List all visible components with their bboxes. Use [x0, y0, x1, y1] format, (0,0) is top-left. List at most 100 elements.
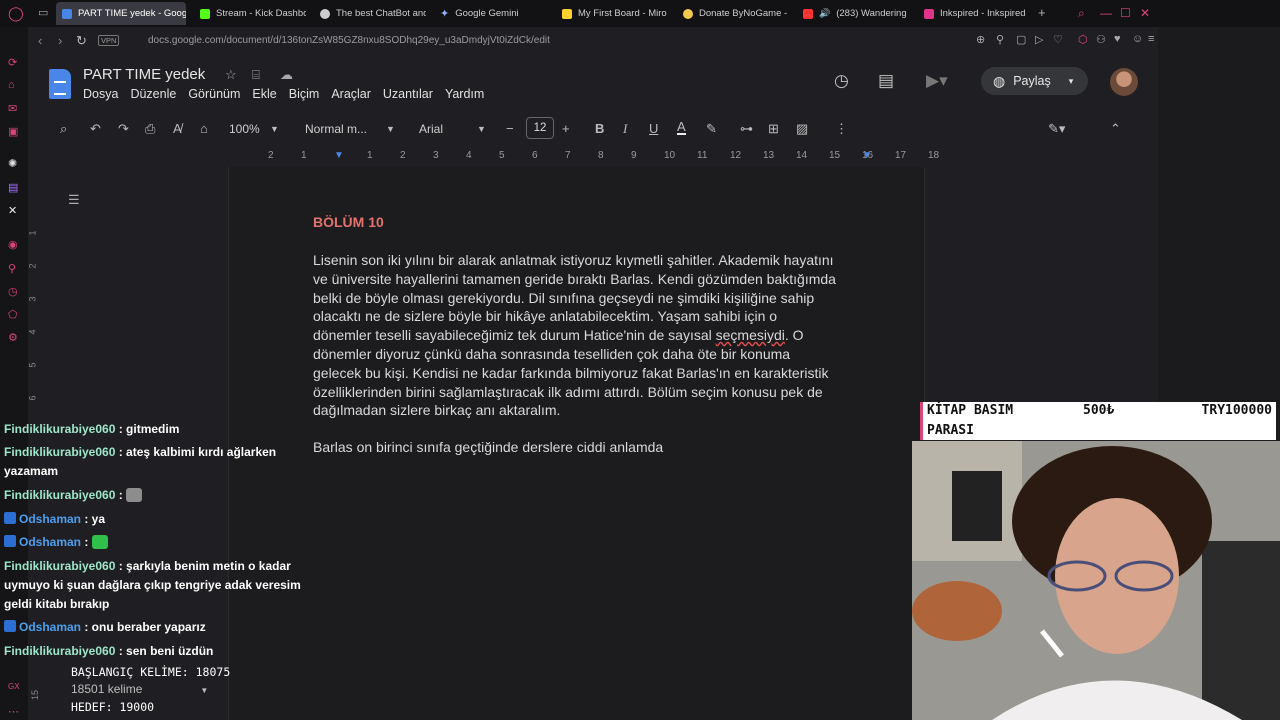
- tab-kick[interactable]: Stream - Kick Dashbo: [194, 2, 306, 25]
- workspace-icon[interactable]: ⌂: [8, 79, 15, 91]
- pin-icon[interactable]: ⚲: [8, 262, 16, 275]
- inkspired-favicon-icon: [924, 8, 934, 19]
- meet-icon[interactable]: ▶▾: [926, 71, 948, 91]
- extension-icon[interactable]: ⬡: [1078, 33, 1088, 46]
- aria-icon[interactable]: ⟳: [8, 56, 17, 69]
- menu-insert[interactable]: Ekle: [252, 87, 276, 101]
- pin-page-icon[interactable]: ⚲: [996, 33, 1004, 46]
- tab-label: Inkspired - Inkspired: [940, 8, 1026, 19]
- star-icon[interactable]: ☆: [225, 67, 237, 83]
- font-size-input[interactable]: 12: [526, 117, 554, 139]
- chevron-down-icon[interactable]: ▾: [1069, 76, 1074, 87]
- tab-miro[interactable]: My First Board - Miro: [556, 2, 668, 25]
- comments-icon[interactable]: ▤: [878, 71, 894, 91]
- tab-docs[interactable]: PART TIME yedek - Goog: [56, 2, 186, 25]
- search-tabs-icon[interactable]: ⌕: [1078, 6, 1085, 21]
- menu-format[interactable]: Biçim: [289, 87, 320, 101]
- share-button[interactable]: ◍ Paylaş ▾: [981, 67, 1088, 95]
- play-icon[interactable]: ▷: [1035, 33, 1043, 46]
- tab-gemini[interactable]: ✦ Google Gemini: [434, 2, 546, 25]
- history-icon[interactable]: ◷: [8, 285, 18, 298]
- decrease-font-icon[interactable]: −: [506, 121, 514, 136]
- heart-icon[interactable]: ♥: [1114, 33, 1121, 45]
- ruler-number: 4: [466, 150, 472, 161]
- vpn-badge[interactable]: VPN: [98, 35, 120, 46]
- chevron-down-icon[interactable]: ▼: [270, 124, 279, 134]
- more-icon[interactable]: ⋯: [8, 705, 19, 718]
- ruler-number: 18: [928, 150, 940, 161]
- document-page[interactable]: BÖLÜM 10 Lisenin son iki yılını bir alar…: [228, 167, 925, 720]
- menu-icon[interactable]: ≡: [1148, 33, 1154, 45]
- maximize-icon[interactable]: ☐: [1120, 6, 1131, 20]
- ruler-number: 11: [697, 150, 708, 161]
- menu-help[interactable]: Yardım: [445, 87, 484, 101]
- avatar[interactable]: [1110, 68, 1138, 96]
- zoom-select[interactable]: 100%: [229, 122, 260, 136]
- twitch-icon[interactable]: ▤: [8, 181, 18, 194]
- forward-icon[interactable]: ›: [58, 33, 62, 48]
- collapse-menus-icon[interactable]: ⌃: [1110, 121, 1121, 137]
- right-indent-marker-icon[interactable]: ▼: [862, 150, 872, 161]
- bold-icon[interactable]: B: [595, 121, 604, 136]
- new-tab-button[interactable]: +: [1038, 5, 1046, 20]
- bookmark-icon[interactable]: ♡: [1053, 33, 1063, 46]
- move-folder-icon[interactable]: ⌸: [252, 67, 260, 83]
- menu-extensions[interactable]: Uzantılar: [383, 87, 433, 101]
- highlight-icon[interactable]: ✎: [706, 121, 717, 137]
- current-word-count[interactable]: 18501 kelime ▼: [71, 681, 230, 699]
- chatgpt-icon[interactable]: ✺: [8, 157, 17, 170]
- add-comment-icon[interactable]: ⊞: [768, 121, 779, 137]
- document-outline-icon[interactable]: ☰: [68, 192, 80, 208]
- tab-inkspired[interactable]: Inkspired - Inkspired: [918, 2, 1030, 25]
- italic-icon[interactable]: I: [623, 121, 627, 137]
- player-icon[interactable]: ◉: [8, 238, 18, 251]
- spellcheck-icon[interactable]: A̸: [173, 121, 182, 136]
- minimize-icon[interactable]: —: [1100, 6, 1112, 20]
- more-options-icon[interactable]: ⋮: [835, 121, 848, 137]
- menu-file[interactable]: Dosya: [83, 87, 118, 101]
- tab-youtube[interactable]: 🔊 (283) Wandering: [797, 2, 909, 25]
- text-color-icon[interactable]: A: [677, 120, 686, 135]
- reload-icon[interactable]: ↻: [76, 33, 87, 49]
- tab-chatbot[interactable]: The best ChatBot and: [314, 2, 426, 25]
- mail-icon[interactable]: ▣: [8, 125, 18, 138]
- tab-bynogame[interactable]: Donate ByNoGame -: [677, 2, 789, 25]
- doc-title[interactable]: PART TIME yedek: [83, 66, 205, 83]
- menu-tools[interactable]: Araçlar: [331, 87, 371, 101]
- print-icon[interactable]: ⎙: [145, 121, 155, 137]
- editing-mode-icon[interactable]: ✎▾: [1048, 121, 1065, 137]
- opera-logo-icon[interactable]: ◯: [8, 5, 24, 22]
- url-field[interactable]: docs.google.com/document/d/136tonZsW85GZ…: [148, 35, 550, 46]
- link-icon[interactable]: ⊶: [740, 121, 753, 137]
- paint-format-icon[interactable]: ⌂: [200, 121, 208, 136]
- profile-icon[interactable]: ☺: [1132, 33, 1143, 45]
- version-history-icon[interactable]: ◷: [834, 71, 849, 91]
- redo-icon[interactable]: ↷: [118, 121, 129, 137]
- left-indent-marker-icon[interactable]: ▼: [334, 150, 344, 161]
- gx-icon[interactable]: GX: [8, 682, 20, 691]
- tab-overview-icon[interactable]: ▭: [38, 6, 48, 19]
- insert-image-icon[interactable]: ▨: [796, 121, 808, 137]
- settings-icon[interactable]: ⚙: [8, 331, 18, 344]
- menu-view[interactable]: Görünüm: [188, 87, 240, 101]
- chevron-down-icon[interactable]: ▼: [386, 124, 395, 134]
- misspelled-word[interactable]: seçmesiydi: [716, 327, 785, 343]
- increase-font-icon[interactable]: +: [562, 121, 570, 136]
- messenger-icon[interactable]: ✉: [8, 102, 17, 115]
- zoom-icon[interactable]: ⊕: [976, 33, 985, 46]
- x-icon[interactable]: ✕: [8, 204, 17, 217]
- extensions-icon[interactable]: ⬠: [8, 308, 18, 321]
- snapshot-icon[interactable]: ▢: [1016, 33, 1026, 46]
- close-icon[interactable]: ✕: [1140, 6, 1150, 20]
- search-menus-icon[interactable]: ⌕: [60, 121, 67, 137]
- style-select[interactable]: Normal m...: [305, 122, 367, 136]
- chevron-down-icon[interactable]: ▼: [477, 124, 486, 134]
- docs-logo-icon[interactable]: [49, 69, 71, 99]
- font-select[interactable]: Arial: [419, 122, 443, 136]
- menu-edit[interactable]: Düzenle: [130, 87, 176, 101]
- wallet-icon[interactable]: ⚇: [1096, 33, 1106, 46]
- undo-icon[interactable]: ↶: [90, 121, 101, 137]
- back-icon[interactable]: ‹: [38, 33, 42, 48]
- horizontal-ruler[interactable]: 2 1 1 2 3 4 5 6 7 8 9 10 11 12 13 14 15 16 17 18 ▼ ▼: [228, 150, 939, 164]
- underline-icon[interactable]: U: [649, 121, 658, 136]
